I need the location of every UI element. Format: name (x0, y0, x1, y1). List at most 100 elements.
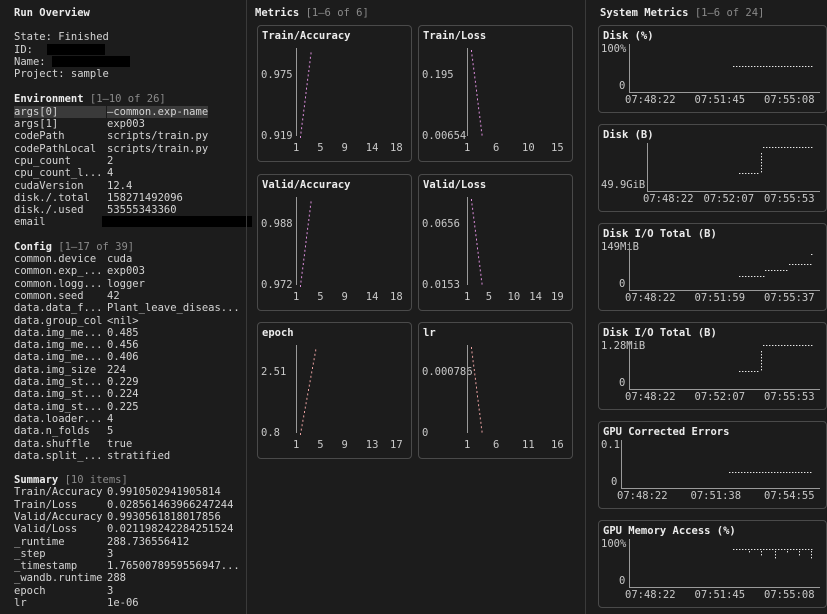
environment-key: cpu_count_l... (14, 167, 103, 180)
environment-row[interactable]: disk./.used 53555343360 (14, 204, 244, 216)
data-point (315, 349, 317, 352)
system-chart-card[interactable]: GPU Corrected Errors 0.1 0 07:48:22 07:51:38… (598, 421, 827, 509)
data-point (793, 147, 795, 148)
config-row[interactable]: data.n_folds 5 (14, 425, 244, 437)
summary-value: 3 (107, 584, 114, 597)
summary-row[interactable]: Valid/Loss 0.021198242284251524 (14, 523, 244, 535)
config-header: Config [1–17 of 39] (14, 241, 244, 253)
config-row[interactable]: data.img_st... 0.225 (14, 401, 244, 413)
data-point (777, 472, 779, 473)
data-point (784, 345, 786, 346)
data-point (741, 472, 743, 473)
data-point (303, 109, 305, 112)
data-point (742, 66, 744, 67)
system-chart-card[interactable]: Disk (B) 49.9GiB 07:48:22 07:52:07 07:55:53 (598, 124, 827, 212)
data-point (768, 270, 770, 271)
config-key: common.logg... (14, 277, 103, 290)
config-row[interactable]: common.logg... logger (14, 278, 244, 290)
environment-key: disk./.total (14, 191, 90, 204)
config-row[interactable]: common.device cuda (14, 253, 244, 265)
data-point (473, 221, 475, 223)
system-chart-card[interactable]: Disk I/O Total (B) 149MiB 0 07:48:22 07:51:5… (598, 223, 827, 311)
data-point (477, 395, 478, 398)
data-point (300, 285, 301, 287)
environment-row[interactable]: cpu_count_l... 4 (14, 167, 244, 179)
config-row[interactable]: common.exp_... exp003 (14, 265, 244, 277)
data-point (739, 371, 741, 372)
data-point (783, 270, 785, 271)
data-point (805, 549, 807, 550)
data-point (474, 373, 476, 376)
data-point (478, 111, 480, 114)
data-point (480, 124, 482, 127)
config-key: common.seed (14, 289, 84, 302)
summary-row[interactable]: _timestamp 1.7650078959556947... (14, 560, 244, 572)
system-chart-card[interactable]: Disk I/O Total (B) 1.28MiB 0 07:48:22 07:52:… (598, 322, 827, 410)
system-chart-card[interactable]: GPU Memory Access (%) 100% 0 07:48:22 07:51:… (598, 520, 827, 608)
system-chart-card[interactable]: Disk (%) 100% 0 07:48:22 07:51:45 07:55:08 (598, 25, 827, 113)
environment-row[interactable]: cpu_count 2 (14, 155, 244, 167)
data-point (739, 549, 741, 550)
data-point (309, 210, 311, 213)
config-row[interactable]: common.seed 42 (14, 290, 244, 302)
data-point (477, 247, 478, 250)
environment-value: scripts/train.py (107, 142, 209, 155)
summary-row[interactable]: _runtime 288.736556412 (14, 536, 244, 548)
data-point (745, 66, 747, 67)
chart-trace (300, 349, 317, 435)
config-key: data.n_folds (14, 425, 90, 438)
data-point (736, 66, 738, 67)
environment-row[interactable]: args[0] —common.exp-name (14, 105, 244, 119)
config-key: data.img_size (14, 363, 97, 376)
metric-chart-card[interactable]: lr 0.000786 0 1 6 11 16 (418, 322, 573, 459)
config-row[interactable]: data.img_size 224 (14, 364, 244, 376)
metric-chart-card[interactable]: Train/Loss 0.195 0.00654 1 6 10 15 (418, 25, 573, 162)
config-row[interactable]: data.group_col <nil> (14, 315, 244, 327)
system-metrics-title: System Metrics (600, 7, 689, 19)
data-point (789, 472, 791, 473)
data-point (480, 129, 482, 132)
environment-row[interactable]: disk./.total 158271492096 (14, 192, 244, 204)
data-point (479, 116, 481, 118)
summary-key: _step (14, 547, 46, 560)
config-row[interactable]: data.img_st... 0.224 (14, 388, 244, 400)
environment-row[interactable]: email (14, 216, 252, 228)
config-row[interactable]: data.loader... 4 (14, 413, 244, 425)
config-row[interactable]: data.img_me... 0.406 (14, 351, 244, 363)
data-point (769, 345, 771, 346)
data-point (757, 371, 759, 372)
summary-table: Train/Accuracy 0.9910502941905814 Train/Lo… (14, 486, 244, 609)
summary-row[interactable]: epoch 3 (14, 585, 244, 597)
data-point (761, 162, 762, 164)
config-row[interactable]: data.split_... stratified (14, 450, 244, 462)
summary-row[interactable]: _wandb.runtime 288 (14, 572, 244, 584)
data-point (761, 171, 762, 173)
config-row[interactable]: data.shuffle true (14, 438, 244, 450)
metric-chart-card[interactable]: Valid/Accuracy 0.988 0.972 1 5 9 14 18 (257, 174, 412, 311)
data-point (769, 66, 771, 67)
data-point (301, 424, 303, 427)
summary-row[interactable]: _step 3 (14, 548, 244, 560)
metric-chart-card[interactable]: epoch 2.51 0.8 1 5 9 13 17 (257, 322, 412, 459)
config-row[interactable]: data.data_f... Plant_leave_diseas... (14, 302, 244, 314)
data-point (798, 264, 800, 265)
config-row[interactable]: data.img_st... 0.229 (14, 376, 244, 388)
summary-row[interactable]: Valid/Accuracy 0.9930561818017856 (14, 511, 244, 523)
environment-row[interactable]: args[1] exp003 (14, 118, 244, 130)
metric-chart-card[interactable]: Valid/Loss 0.0656 0.0153 1 5 10 14 19 (418, 174, 573, 311)
environment-row[interactable]: cudaVersion 12.4 (14, 180, 244, 192)
config-value: stratified (107, 449, 171, 462)
summary-row[interactable]: Train/Accuracy 0.9910502941905814 (14, 486, 244, 498)
data-point (754, 276, 756, 277)
summary-row[interactable]: Train/Loss 0.028561463966247244 (14, 499, 244, 511)
config-value: true (107, 437, 133, 450)
data-point (784, 549, 786, 550)
data-point (478, 260, 480, 263)
environment-row[interactable]: codePathLocal scripts/train.py (14, 143, 244, 155)
data-point (480, 421, 482, 424)
environment-row[interactable]: codePath scripts/train.py (14, 130, 244, 142)
metric-chart-card[interactable]: Train/Accuracy 0.975 0.919 1 5 9 14 18 (257, 25, 412, 162)
summary-row[interactable]: lr 1e-06 (14, 597, 244, 609)
config-row[interactable]: data.img_me... 0.485 (14, 327, 244, 339)
config-row[interactable]: data.img_me... 0.456 (14, 339, 244, 351)
